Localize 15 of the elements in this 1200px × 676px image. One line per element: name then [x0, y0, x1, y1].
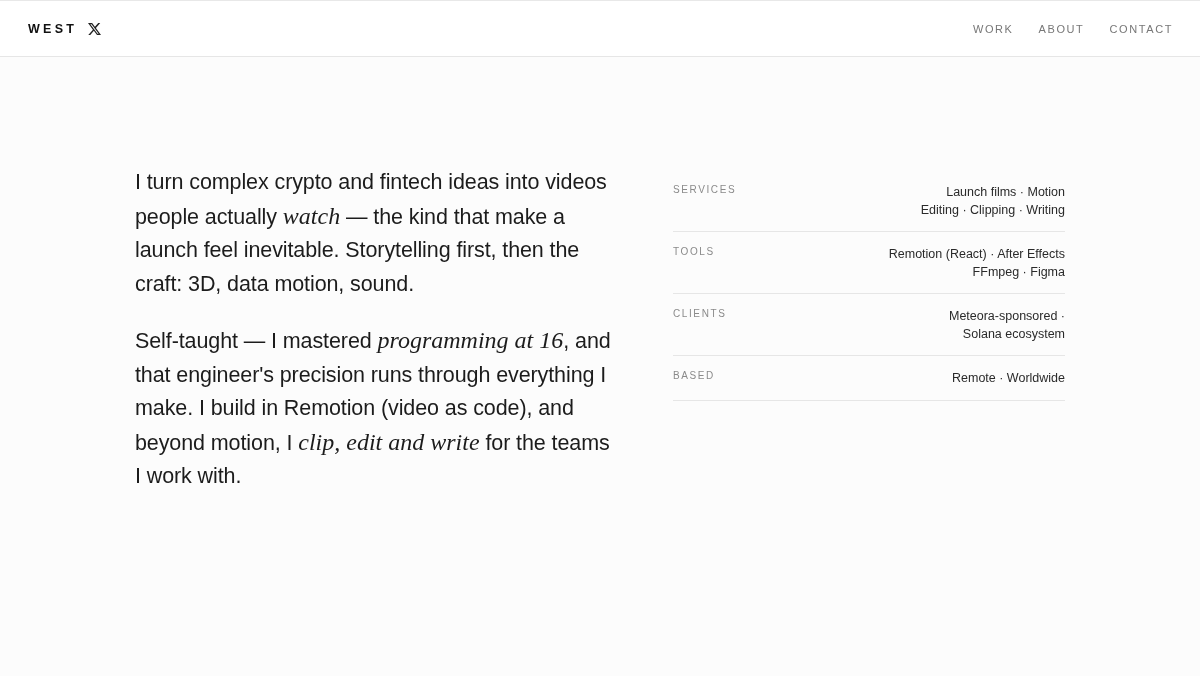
x-icon[interactable] [88, 22, 102, 35]
detail-value: Launch films · Motion Editing · Clipping · Writing [920, 184, 1065, 219]
detail-label: CLIENTS [673, 308, 727, 319]
nav-link[interactable]: WORK [972, 22, 1014, 35]
detail-value: Remotion (React) · After Effects FFmpeg · Figma [888, 246, 1065, 281]
nav-link[interactable]: ABOUT [1038, 22, 1085, 35]
detail-label: TOOLS [673, 246, 715, 257]
site-logo[interactable]: WEST [28, 21, 78, 36]
intro-paragraph: I turn complex crypto and fintech ideas into videos people actually watch — the kind that make a launch feel inevitable. Storytelling first, then the craft: 3D, data motion, sound. [135, 169, 608, 298]
detail-value: Remote · Worldwide [952, 370, 1065, 387]
detail-label: BASED [673, 370, 715, 381]
detail-value: Meteora-sponsored · Solana ecosystem [948, 308, 1065, 343]
intro-paragraph: Self-taught — I mastered programming at 16, and that engineer's precision runs through everything I make. I build in Remotion (video as code), and beyond motion, I clip, edit and write for the teams I work with. [135, 326, 612, 490]
nav-link[interactable]: CONTACT [1109, 22, 1173, 35]
detail-label: SERVICES [673, 184, 737, 195]
